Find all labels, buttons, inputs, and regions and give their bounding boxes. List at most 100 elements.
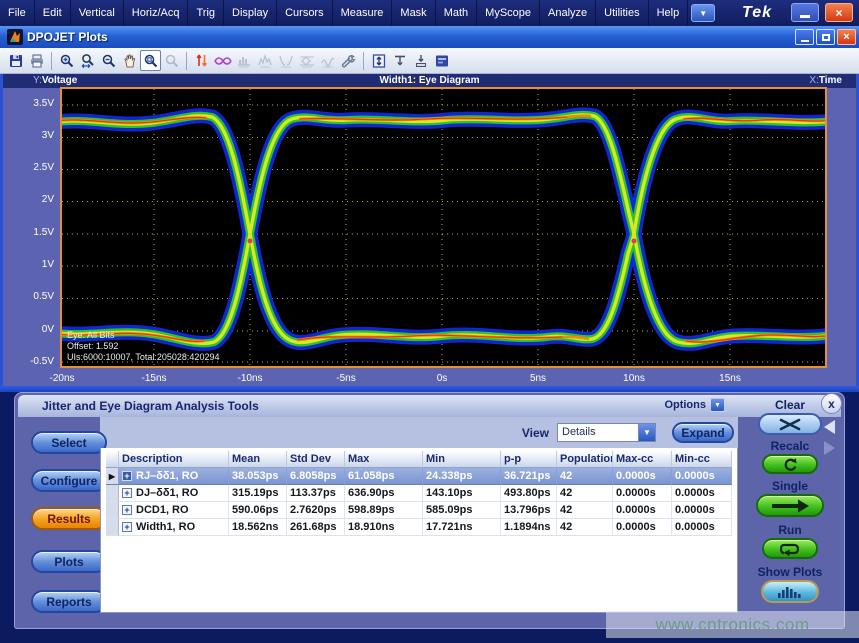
zoom-area-icon[interactable]: [77, 50, 98, 71]
histogram-plot-icon-disabled: [233, 50, 254, 71]
plot-minimize-button[interactable]: [795, 29, 814, 45]
select-button[interactable]: Select: [31, 431, 107, 454]
table-row[interactable]: +Width1, RO 18.562ns 261.68ps 18.910ns 1…: [106, 519, 732, 536]
menu-file[interactable]: File: [0, 0, 35, 26]
eye-diagram-plot[interactable]: Eye: All Bits Offset: 1.592 UIs:6000:100…: [60, 87, 827, 368]
scope-close-button[interactable]: ×: [825, 3, 853, 22]
plots-button[interactable]: Plots: [31, 550, 107, 573]
cell-mean: 315.19ps: [229, 485, 287, 502]
menu-myscope[interactable]: MyScope: [477, 0, 540, 26]
cell-description[interactable]: +DJ–δδ1, RO: [119, 485, 229, 502]
pan-hand-icon[interactable]: [119, 50, 140, 71]
menu-display[interactable]: Display: [224, 0, 277, 26]
col-max[interactable]: Max: [345, 451, 423, 468]
plot-maximize-button[interactable]: [816, 29, 835, 45]
fit-vertical-icon[interactable]: [368, 50, 389, 71]
run-button[interactable]: [762, 538, 818, 559]
menu-edit[interactable]: Edit: [35, 0, 71, 26]
expand-row-icon[interactable]: +: [122, 471, 132, 481]
panel-next-arrow-icon[interactable]: [824, 441, 835, 455]
chevron-down-icon[interactable]: ▼: [639, 423, 656, 442]
panel-close-button[interactable]: x: [821, 393, 842, 414]
expand-button[interactable]: Expand: [672, 422, 734, 443]
eye-trace-core: [62, 115, 825, 343]
col-min-cc[interactable]: Min-cc: [672, 451, 732, 468]
jitter-analysis-panel: Jitter and Eye Diagram Analysis Tools Op…: [14, 392, 845, 629]
spectrum-plot-icon-disabled: [254, 50, 275, 71]
table-row[interactable]: ▶ +RJ–δδ1, RO 38.053ps 6.8058ps 61.058ps…: [106, 468, 732, 485]
view-label: View: [522, 426, 549, 440]
cell-p-p: 1.1894ns: [501, 519, 557, 536]
x-tick: 0s: [414, 373, 470, 385]
tip-icon[interactable]: [431, 50, 452, 71]
menu-utilities[interactable]: Utilities: [596, 0, 648, 26]
cell-population: 42: [557, 468, 613, 485]
cell-mean: 18.562ns: [229, 519, 287, 536]
view-select-value[interactable]: Details: [557, 423, 639, 442]
col-max-cc[interactable]: Max-cc: [613, 451, 672, 468]
cell-min: 143.10ps: [423, 485, 501, 502]
menu-measure[interactable]: Measure: [333, 0, 393, 26]
col-std-dev[interactable]: Std Dev: [287, 451, 345, 468]
expand-row-icon[interactable]: +: [122, 522, 132, 532]
options-label: Options: [664, 399, 706, 411]
menu-cursors[interactable]: Cursors: [277, 0, 333, 26]
wrench-icon[interactable]: [338, 50, 359, 71]
show-plots-button[interactable]: [761, 580, 819, 603]
menu-horiz-acq[interactable]: Horiz/Acq: [124, 0, 189, 26]
col-min[interactable]: Min: [423, 451, 501, 468]
menu-analyze[interactable]: Analyze: [540, 0, 596, 26]
y-tick: 2.5V: [14, 162, 54, 174]
clear-button[interactable]: [758, 413, 822, 435]
results-button[interactable]: Results: [31, 507, 107, 530]
dpojet-app-icon: [7, 29, 23, 45]
single-label: Single: [772, 479, 808, 493]
zoom-in-icon[interactable]: [56, 50, 77, 71]
print-icon[interactable]: [26, 50, 47, 71]
col-population[interactable]: Population: [557, 451, 613, 468]
options-dropdown-icon[interactable]: ▼: [710, 398, 725, 412]
menu-math[interactable]: Math: [436, 0, 477, 26]
cell-description[interactable]: +DCD1, RO: [119, 502, 229, 519]
eye-plot-icon[interactable]: [212, 50, 233, 71]
cell-description[interactable]: +Width1, RO: [119, 519, 229, 536]
ref-level-top-icon[interactable]: [389, 50, 410, 71]
menu-overflow-dropdown-icon[interactable]: ▼: [691, 4, 715, 22]
single-button[interactable]: [756, 494, 824, 517]
eye-trace-mid: [62, 115, 825, 343]
table-row[interactable]: +DCD1, RO 590.06ps 2.7620ps 598.89ps 585…: [106, 502, 732, 519]
eye-diagram-canvas: [62, 89, 825, 366]
menu-mask[interactable]: Mask: [392, 0, 435, 26]
close-icon: x: [828, 397, 835, 411]
plot-close-button[interactable]: ×: [837, 29, 856, 45]
vertical-cursors-icon[interactable]: [191, 50, 212, 71]
table-row[interactable]: +DJ–δδ1, RO 315.19ps 113.37ps 636.90ps 1…: [106, 485, 732, 502]
table-header-row: Description Mean Std Dev Max Min p-p Pop…: [106, 451, 732, 468]
save-icon[interactable]: [5, 50, 26, 71]
view-select[interactable]: Details ▼: [557, 423, 656, 442]
zoom-out-icon[interactable]: [98, 50, 119, 71]
configure-button[interactable]: Configure: [31, 469, 107, 492]
zoom-100-icon[interactable]: [140, 50, 161, 71]
menu-trig[interactable]: Trig: [188, 0, 224, 26]
scope-minimize-button[interactable]: [791, 3, 819, 22]
expand-row-icon[interactable]: +: [122, 505, 132, 515]
col-description[interactable]: Description: [119, 451, 229, 468]
menubar-spacer: [718, 0, 742, 26]
x-axis-title: X:Time: [809, 75, 842, 86]
recalc-icon: [782, 457, 798, 472]
col-mean[interactable]: Mean: [229, 451, 287, 468]
reports-button[interactable]: Reports: [31, 590, 107, 613]
overlay-line: Eye: All Bits: [67, 330, 219, 341]
cell-description[interactable]: +RJ–δδ1, RO: [119, 468, 229, 485]
eye-stats-overlay: Eye: All Bits Offset: 1.592 UIs:6000:100…: [67, 330, 219, 363]
recalc-button[interactable]: [762, 454, 818, 474]
panel-prev-arrow-icon[interactable]: [824, 420, 835, 434]
dpojet-title-bar[interactable]: DPOJET Plots ×: [0, 26, 859, 48]
results-table: Description Mean Std Dev Max Min p-p Pop…: [106, 451, 732, 536]
ref-level-bottom-icon[interactable]: [410, 50, 431, 71]
expand-row-icon[interactable]: +: [122, 488, 132, 498]
menu-help[interactable]: Help: [649, 0, 689, 26]
menu-vertical[interactable]: Vertical: [71, 0, 124, 26]
col-p-p[interactable]: p-p: [501, 451, 557, 468]
